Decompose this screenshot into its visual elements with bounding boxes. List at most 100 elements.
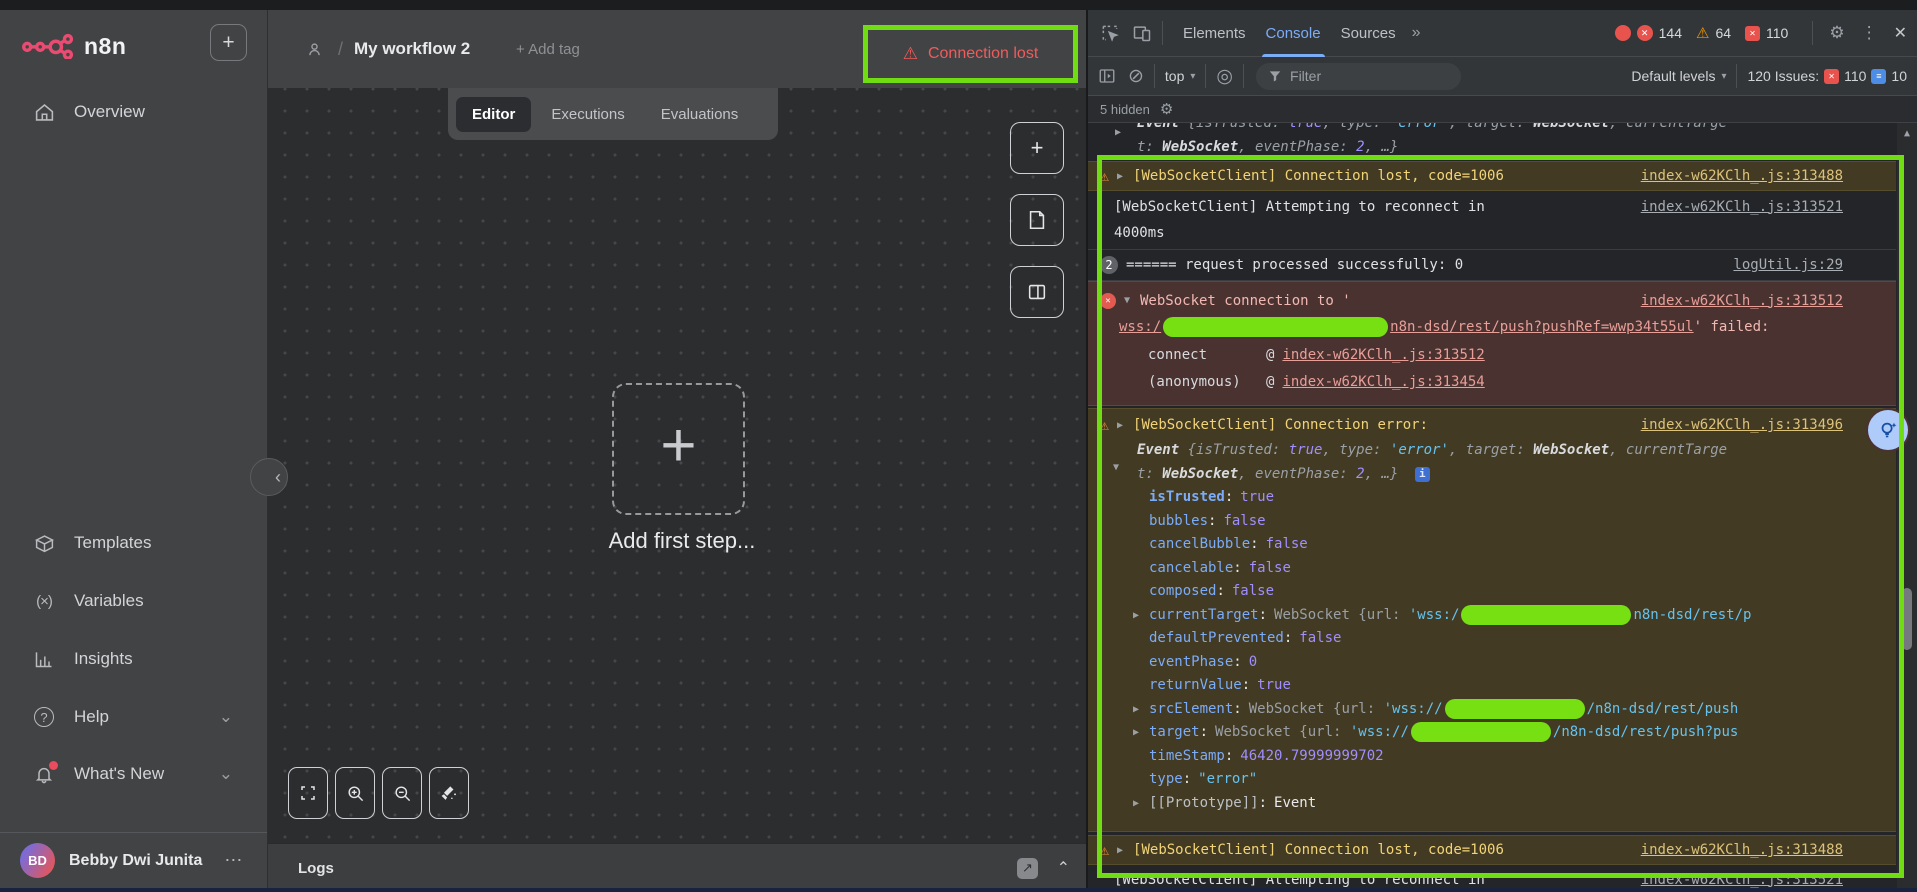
- log-message: [WebSocketClient] Connection error:: [1133, 417, 1428, 433]
- console-scrollbar[interactable]: ▲: [1897, 123, 1917, 892]
- expand-arrow-icon[interactable]: ▶: [1117, 420, 1129, 431]
- sidebar-collapse-handle[interactable]: ‹: [250, 458, 288, 496]
- arrow-spacer: [1133, 510, 1149, 534]
- zoom-out-button[interactable]: [382, 767, 422, 819]
- property-row[interactable]: ▶currentTarget:WebSocket {url: 'wss:/n8n…: [1100, 604, 1843, 628]
- issues-counter[interactable]: 120 Issues: ✕ 110 ≡ 10: [1747, 68, 1907, 84]
- source-link[interactable]: logUtil.js:29: [1733, 257, 1843, 273]
- console-filter-input[interactable]: Filter: [1256, 63, 1461, 90]
- inspect-element-icon[interactable]: [1100, 23, 1120, 43]
- bottom-window-strip: [0, 888, 1917, 892]
- arrow-spacer: [1133, 651, 1149, 675]
- expand-arrow-icon[interactable]: ▶: [1133, 792, 1149, 816]
- expand-logs-button[interactable]: ⌃: [1057, 858, 1070, 878]
- source-link[interactable]: index-w62KClh_.js:313512: [1282, 342, 1484, 369]
- explain-error-ai-button[interactable]: [1868, 410, 1908, 450]
- clear-console-icon[interactable]: ⊘: [1128, 65, 1144, 88]
- tab-editor[interactable]: Editor: [456, 97, 531, 132]
- source-link[interactable]: index-w62KClh_.js:313521: [1641, 872, 1843, 888]
- colon: :: [1233, 651, 1241, 675]
- logs-panel-header[interactable]: Logs ↗ ⌃: [268, 843, 1086, 892]
- expand-arrow-icon[interactable]: ▶: [1133, 698, 1149, 722]
- tidy-up-button[interactable]: [429, 767, 469, 819]
- filter-funnel-icon: [1268, 69, 1282, 83]
- add-first-step-button[interactable]: +: [612, 383, 745, 515]
- n8n-logo[interactable]: n8n: [22, 26, 126, 66]
- filter-settings-gear-icon[interactable]: ⚙: [1160, 100, 1173, 118]
- open-logs-popout-button[interactable]: ↗: [1017, 858, 1038, 879]
- more-tabs-icon[interactable]: »: [1412, 24, 1421, 42]
- expand-arrow-icon[interactable]: ▶: [1117, 171, 1129, 182]
- new-workflow-button[interactable]: +: [210, 24, 247, 61]
- lightbulb-sparkle-icon: [1877, 419, 1899, 441]
- error-circle-icon: ✕: [1100, 293, 1116, 309]
- collapse-arrow-icon[interactable]: ▼: [1113, 462, 1125, 480]
- templates-box-icon: [32, 533, 56, 554]
- user-menu-dots-icon[interactable]: ⋯: [224, 850, 244, 871]
- property-row[interactable]: ▶target:WebSocket {url: 'wss:///n8n-dsd/…: [1100, 721, 1843, 745]
- devtools-status-badges: ✕ 144 ⚠ 64 ✕ 110 ⚙ ⋮ ✕: [1615, 21, 1907, 45]
- sidebar-item-whats-new[interactable]: What's New ⌄: [0, 758, 267, 790]
- scrollbar-thumb[interactable]: [1902, 588, 1912, 650]
- log-levels-dropdown[interactable]: Default levels ▾: [1631, 68, 1726, 84]
- workflow-title[interactable]: My workflow 2: [354, 10, 470, 88]
- expand-arrow-icon[interactable]: ▶: [1133, 721, 1149, 745]
- source-link[interactable]: index-w62KClh_.js:313512: [1641, 293, 1843, 309]
- message-count[interactable]: 110: [1766, 25, 1788, 41]
- url-link[interactable]: wss:/: [1119, 319, 1161, 335]
- add-tag-button[interactable]: + Add tag: [516, 10, 580, 88]
- close-devtools-icon[interactable]: ✕: [1894, 23, 1907, 43]
- kebab-menu-icon[interactable]: ⋮: [1861, 23, 1878, 43]
- live-expression-eye-icon[interactable]: ◎: [1216, 65, 1233, 88]
- sidebar-item-overview[interactable]: Overview: [0, 96, 267, 128]
- fit-view-button[interactable]: [288, 767, 328, 819]
- property-row: cancelable:false: [1100, 557, 1843, 581]
- collapse-arrow-icon[interactable]: ▼: [1124, 295, 1136, 306]
- colon: :: [1242, 674, 1250, 698]
- source-link[interactable]: index-w62KClh_.js:313454: [1282, 369, 1484, 396]
- warning-count[interactable]: 64: [1715, 25, 1731, 41]
- sidebar-item-templates[interactable]: Templates: [0, 527, 267, 559]
- property-row: eventPhase:0: [1100, 651, 1843, 675]
- at-symbol: @: [1266, 369, 1274, 396]
- source-link[interactable]: index-w62KClh_.js:313488: [1641, 168, 1843, 184]
- console-log-area[interactable]: ▶ Event {isTrusted: true, type: 'error',…: [1088, 123, 1917, 892]
- expand-arrow-icon[interactable]: ▶: [1133, 604, 1149, 628]
- add-node-button[interactable]: +: [1010, 122, 1064, 174]
- source-link[interactable]: index-w62KClh_.js:313488: [1641, 842, 1843, 858]
- toggle-panel-button[interactable]: [1010, 266, 1064, 318]
- sidebar-item-variables[interactable]: (×) Variables: [0, 585, 267, 617]
- arrow-spacer: [1133, 533, 1149, 557]
- source-link[interactable]: index-w62KClh_.js:313521: [1641, 199, 1843, 215]
- scrollbar-up-arrow[interactable]: ▲: [1897, 128, 1917, 139]
- error-count[interactable]: 144: [1659, 25, 1682, 41]
- sidebar-item-help[interactable]: ? Help ⌄: [0, 701, 267, 733]
- source-link[interactable]: index-w62KClh_.js:313496: [1641, 417, 1843, 433]
- zoom-in-button[interactable]: [335, 767, 375, 819]
- info-icon[interactable]: i: [1415, 467, 1430, 482]
- insights-chart-icon: [32, 649, 56, 669]
- workflow-canvas[interactable]: / My workflow 2 + Add tag Editor Executi…: [268, 10, 1086, 892]
- devtools-tab-elements[interactable]: Elements: [1173, 10, 1256, 57]
- expand-arrow-icon[interactable]: ▶: [1117, 845, 1129, 856]
- sidebar-item-insights[interactable]: Insights: [0, 643, 267, 675]
- console-sidebar-toggle-icon[interactable]: [1098, 67, 1116, 85]
- property-value: false: [1266, 533, 1308, 557]
- url-link[interactable]: n8n-dsd/rest/push?pushRef=wwp34t55ul: [1390, 319, 1693, 335]
- issues-label: 120 Issues:: [1747, 68, 1819, 84]
- settings-gear-icon[interactable]: ⚙: [1829, 23, 1844, 43]
- property-value: false: [1232, 580, 1274, 604]
- user-menu[interactable]: BD Bebby Dwi Junita ⋯: [0, 832, 267, 888]
- property-row[interactable]: ▶[[Prototype]]:Event: [1100, 792, 1843, 816]
- tab-executions[interactable]: Executions: [535, 97, 640, 132]
- expand-arrow-icon[interactable]: ▶: [1115, 127, 1127, 138]
- device-toolbar-icon[interactable]: [1132, 23, 1152, 43]
- execution-context-selector[interactable]: top ▾: [1165, 68, 1196, 84]
- add-first-step-label: Add first step...: [552, 528, 812, 554]
- add-sticky-note-button[interactable]: [1010, 194, 1064, 246]
- devtools-tab-sources[interactable]: Sources: [1331, 10, 1406, 57]
- devtools-tab-console[interactable]: Console: [1256, 10, 1331, 57]
- property-row[interactable]: ▶srcElement:WebSocket {url: 'wss:///n8n-…: [1100, 698, 1843, 722]
- tab-evaluations[interactable]: Evaluations: [645, 97, 755, 132]
- home-icon: [32, 102, 56, 123]
